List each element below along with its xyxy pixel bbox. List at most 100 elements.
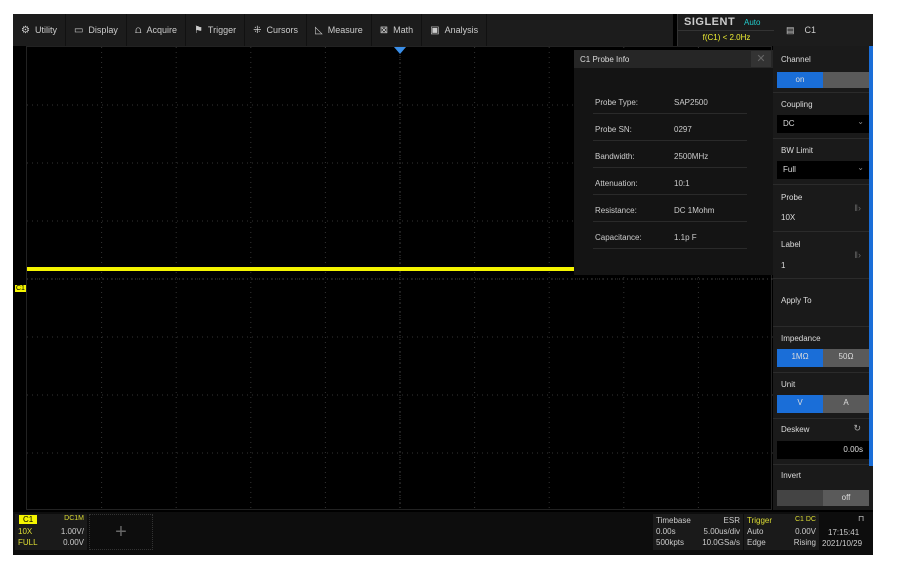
menu-acquire[interactable]: ⩍ Acquire [127, 14, 186, 46]
channel-toggle[interactable]: on [777, 72, 869, 88]
bw-limit-label: BW Limit [781, 146, 813, 155]
gear-icon: ⚙ [21, 24, 30, 36]
trigger-mode: Auto [747, 527, 764, 536]
menu-label: Math [393, 25, 414, 35]
bw-limit-section: BW Limit Full ⌄ [773, 139, 869, 185]
label-section[interactable]: Label 1 ‖› [773, 232, 869, 279]
apply-to-button[interactable]: Apply To [773, 279, 869, 327]
timebase-info[interactable]: Timebase ESR 0.00s 5.00us/div 500kpts 10… [653, 514, 743, 550]
channel-offset: 0.00V [63, 538, 84, 547]
probe-info-value: 10:1 [674, 179, 690, 188]
coupling-select[interactable]: DC ⌄ [777, 115, 869, 133]
add-channel-button[interactable]: + [89, 514, 153, 550]
cursors-icon: ⁜ [253, 24, 262, 36]
deskew-label: Deskew [781, 425, 810, 434]
date: 2021/10/29 [822, 539, 863, 548]
timebase-label: Timebase [656, 516, 691, 525]
oscilloscope-screen: ⚙ Utility ▭ Display ⩍ Acquire ⚑ Trigger ⁜ Cursors… [13, 14, 873, 555]
menu-trigger[interactable]: ⚑ Trigger [186, 14, 246, 46]
status-bar: C1 DC1M 10X 1.00V/ FULL 0.00V + Timebase… [13, 512, 873, 555]
probe-info-row: Resistance: DC 1Mohm [593, 202, 747, 222]
probe-info-row: Probe Type: SAP2500 [593, 94, 747, 114]
timebase-mode: ESR [723, 516, 740, 525]
trigger-level: 0.00V [795, 527, 816, 536]
acquire-mode[interactable]: Auto [744, 18, 760, 27]
channel-bw: FULL [18, 538, 38, 547]
unit-v[interactable]: V [777, 395, 823, 413]
probe-section[interactable]: Probe 10X ‖› [773, 185, 869, 232]
probe-info-key: Probe SN: [595, 125, 632, 134]
trigger-position-marker [394, 47, 406, 54]
impedance-1m[interactable]: 1MΩ [777, 349, 823, 367]
trigger-label: Trigger [747, 516, 773, 525]
time: 17:15:41 [828, 528, 860, 537]
menu-utility[interactable]: ⚙ Utility [13, 14, 66, 46]
menu-measure[interactable]: ◺ Measure [307, 14, 372, 46]
measure-icon: ◺ [315, 24, 323, 36]
bw-limit-value: Full [783, 165, 796, 174]
channel-scale: 1.00V/ [60, 527, 84, 536]
menu-label: Utility [34, 25, 57, 35]
trigger-source: C1 DC [794, 516, 816, 523]
channel-off[interactable] [823, 72, 869, 88]
probe-info-key: Bandwidth: [595, 152, 635, 161]
probe-info-value: 0297 [674, 125, 692, 134]
clipboard-icon: ▤ [786, 24, 795, 35]
channel-badge: C1 [19, 515, 38, 524]
impedance-label: Impedance [781, 334, 821, 343]
probe-info-value: DC 1Mohm [674, 206, 715, 215]
probe-info-key: Capacitance: [595, 233, 642, 242]
probe-info-row: Probe SN: 0297 [593, 121, 747, 141]
invert-off[interactable]: off [823, 490, 869, 506]
trigger-type: Edge [747, 538, 766, 547]
sample-rate: 10.0GSa/s [702, 538, 740, 547]
trigger-info[interactable]: Trigger C1 DC Auto 0.00V Edge Rising [744, 514, 819, 550]
reset-icon[interactable]: ↻ [853, 423, 861, 434]
menu-math[interactable]: ⊠ Math [372, 14, 423, 46]
menu-label: Trigger [207, 25, 237, 35]
probe-value: 10X [781, 213, 796, 222]
close-icon[interactable]: ✕ [751, 51, 771, 67]
invert-toggle[interactable]: off [777, 490, 869, 506]
invert-on[interactable] [777, 490, 823, 506]
unit-a[interactable]: A [823, 395, 869, 413]
bw-limit-select[interactable]: Full ⌄ [777, 161, 869, 179]
invert-label: Invert [781, 471, 802, 480]
probe-info-dialog: C1 Probe Info ✕ Probe Type: SAP2500 Probe S… [574, 50, 773, 275]
label-label: Label [781, 240, 801, 249]
channel-section: Channel on [773, 46, 869, 93]
unit-toggle[interactable]: VA [777, 395, 869, 413]
unit-section: Unit VA [773, 373, 869, 419]
timebase-delay: 0.00s [656, 527, 676, 536]
probe-info-key: Probe Type: [595, 98, 638, 107]
channel-on[interactable]: on [777, 72, 823, 88]
channel-menu-header[interactable]: ▤ C1 [774, 14, 873, 46]
probe-info-key: Resistance: [595, 206, 637, 215]
deskew-input[interactable]: 0.00s [777, 441, 869, 459]
math-icon: ⊠ [379, 24, 389, 36]
impedance-toggle[interactable]: 1MΩ 50Ω [777, 349, 869, 367]
network-icon[interactable]: ⊓ [858, 514, 864, 523]
channel-info[interactable]: C1 DC1M 10X 1.00V/ FULL 0.00V [15, 514, 87, 550]
expand-arrow-icon: ‖› [854, 250, 861, 260]
acquire-icon: ⩍ [134, 24, 142, 36]
flag-icon: ⚑ [193, 24, 203, 36]
menu-display[interactable]: ▭ Display [66, 14, 127, 46]
probe-info-row: Capacitance: 1.1p F [593, 229, 747, 249]
channel-header-label: C1 [804, 25, 817, 35]
trigger-slope: Rising [793, 538, 816, 547]
channel-side-panel: Channel on Coupling DC ⌄ BW Limit Full ⌄ P… [773, 46, 873, 510]
display-icon: ▭ [73, 24, 84, 36]
coupling-label: Coupling [781, 100, 813, 109]
memory-depth: 500kpts [656, 538, 685, 547]
deskew-value: 0.00s [843, 445, 863, 454]
frequency-counter: f(C1) < 2.0Hz [678, 30, 775, 42]
menu-cursors[interactable]: ⁜ Cursors [245, 14, 308, 46]
impedance-50[interactable]: 50Ω [823, 349, 869, 367]
scrollbar[interactable] [869, 46, 873, 466]
menu-analysis[interactable]: ▣ Analysis [422, 14, 488, 46]
brand-status: SIGLENT Auto f(C1) < 2.0Hz [677, 14, 775, 46]
menu-label: Analysis [444, 25, 479, 35]
deskew-section: Deskew ↻ 0.00s [773, 419, 869, 465]
trace-marker[interactable]: C1 [15, 285, 26, 292]
